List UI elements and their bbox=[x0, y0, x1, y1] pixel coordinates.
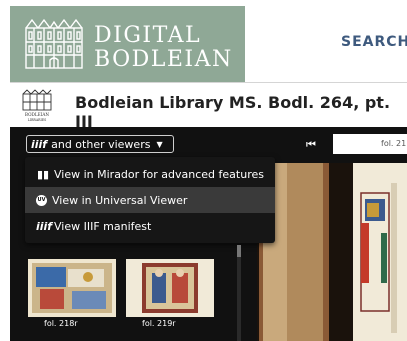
universal-viewer-icon: UV bbox=[36, 194, 47, 206]
thumbnail-fol-219r[interactable] bbox=[126, 259, 214, 317]
bodleian-building-icon bbox=[25, 18, 83, 69]
thumbnail-fol-218r[interactable] bbox=[28, 259, 116, 317]
menu-item-iiif-manifest[interactable]: iiif View IIIF manifest bbox=[25, 213, 275, 239]
caret-down-icon: ▼ bbox=[156, 139, 163, 149]
search-link[interactable]: SEARCH bbox=[341, 34, 407, 50]
small-logo-line-1: BODLEIAN bbox=[25, 112, 49, 117]
page-title: Bodleian Library MS. Bodl. 264, pt. III bbox=[75, 93, 391, 131]
menu-item-mirador-label: View in Mirador for advanced features bbox=[54, 167, 264, 181]
thumbnail-scrollbar-handle[interactable] bbox=[237, 245, 241, 257]
header-divider bbox=[10, 82, 407, 83]
menu-item-mirador[interactable]: ▮▮ View in Mirador for advanced features bbox=[25, 161, 275, 187]
iiif-icon: iiif bbox=[31, 137, 48, 151]
menu-item-universal-viewer-label: View in Universal Viewer bbox=[52, 193, 188, 207]
viewers-dropdown-menu: ▮▮ View in Mirador for advanced features… bbox=[25, 157, 275, 243]
thumbnail-label: fol. 219r bbox=[142, 319, 176, 328]
thumbnail-label: fol. 218r bbox=[44, 319, 78, 328]
logo-wordmark: DIGITAL BODLEIAN bbox=[94, 24, 233, 72]
other-viewers-label: and other viewers bbox=[51, 137, 151, 151]
small-logo-line-2: LIBRARIES bbox=[28, 118, 47, 122]
viewer-panel: iiif and other viewers ▼ ⏮ fol. 21 ▮▮ Vi… bbox=[10, 127, 407, 341]
first-page-icon[interactable]: ⏮ bbox=[306, 138, 316, 152]
logo-line-1: DIGITAL bbox=[94, 23, 202, 48]
mirador-icon: ▮▮ bbox=[36, 167, 50, 181]
thumbnail-scrollbar[interactable] bbox=[237, 245, 241, 341]
menu-item-universal-viewer[interactable]: UV View in Universal Viewer bbox=[25, 187, 275, 213]
menu-item-iiif-manifest-label: View IIIF manifest bbox=[54, 219, 152, 233]
other-viewers-button[interactable]: iiif and other viewers ▼ bbox=[26, 135, 174, 153]
iiif-icon: iiif bbox=[36, 219, 53, 233]
manuscript-page-image[interactable] bbox=[257, 163, 407, 341]
logo-line-2: BODLEIAN bbox=[94, 47, 233, 72]
page-number-field[interactable]: fol. 21 bbox=[333, 134, 407, 154]
digital-bodleian-logo[interactable]: DIGITAL BODLEIAN bbox=[10, 6, 245, 82]
bodleian-libraries-logo: BODLEIAN LIBRARIES bbox=[22, 89, 52, 122]
